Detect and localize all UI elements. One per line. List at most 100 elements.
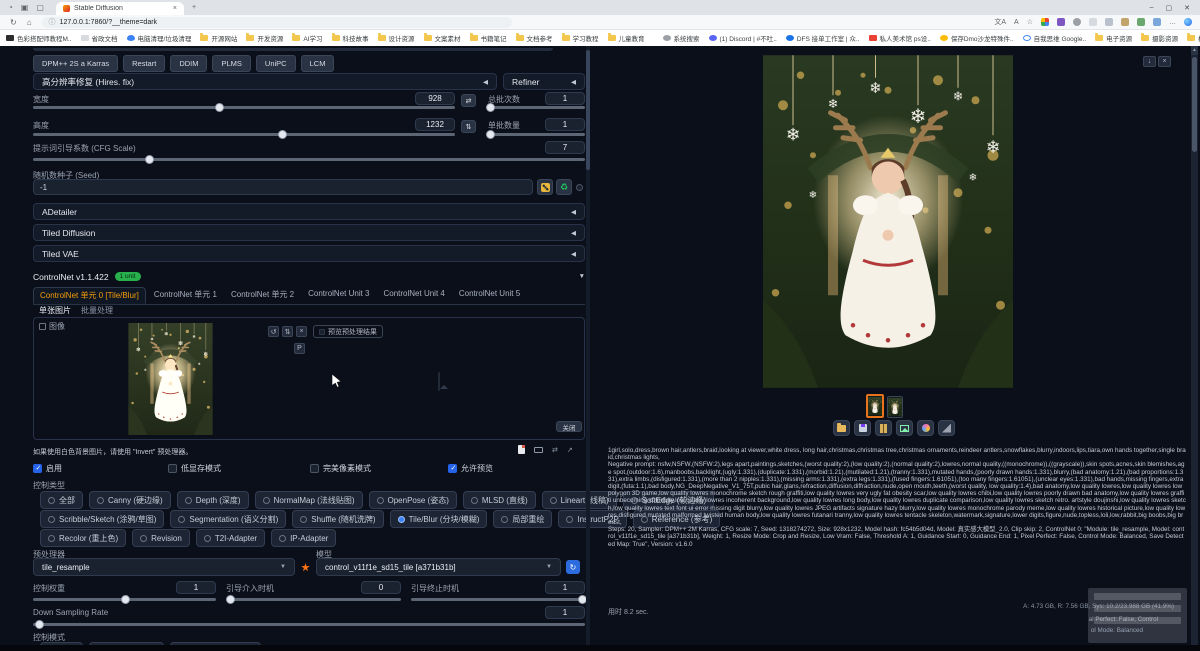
collections-icon[interactable]	[1105, 18, 1113, 26]
bookmark-item[interactable]: 儿童教育	[608, 33, 645, 43]
radio-option[interactable]: Revision	[132, 529, 190, 547]
left-panel-scrollbar[interactable]	[586, 46, 590, 651]
settings-menu-icon[interactable]: …	[1169, 19, 1176, 26]
random-seed-button[interactable]	[537, 179, 553, 195]
workspaces-icon[interactable]: ▣	[21, 3, 29, 12]
tab-actions-icon[interactable]: ▢	[36, 3, 44, 12]
height-value[interactable]: 1232	[415, 118, 455, 131]
extensions-grid-icon[interactable]	[1041, 18, 1049, 26]
reuse-seed-button[interactable]: ♻	[556, 179, 572, 195]
sampler-option[interactable]: Restart	[123, 55, 165, 72]
control-weight-slider[interactable]	[33, 598, 216, 601]
sampler-option[interactable]: LCM	[301, 55, 335, 72]
bookmark-item[interactable]: 电子资源	[1095, 33, 1132, 43]
bookmark-item[interactable]: 私人美术馆 ps设..	[869, 33, 931, 43]
downloads-icon[interactable]	[1137, 18, 1145, 26]
bookmark-item[interactable]: 标签相册	[1187, 33, 1200, 43]
bookmark-item[interactable]: 摄影资源	[1141, 33, 1178, 43]
split-screen-icon[interactable]	[1089, 18, 1097, 26]
send-to-img2img-button[interactable]	[896, 420, 913, 436]
translate-icon[interactable]: 文A	[994, 17, 1006, 27]
sampler-option[interactable]: DDIM	[170, 55, 207, 72]
close-gallery-button[interactable]: ×	[1158, 56, 1171, 67]
save-image-button[interactable]	[854, 420, 871, 436]
cfg-scale-value[interactable]: 7	[545, 141, 585, 154]
bookmark-item[interactable]: 系统搜索	[663, 33, 700, 43]
seed-input[interactable]: -1	[33, 179, 533, 195]
start-step-slider[interactable]	[226, 598, 401, 601]
bookmark-item[interactable]: 文案素材	[424, 33, 461, 43]
radio-option[interactable]: Segmentation (语义分割)	[170, 510, 286, 528]
site-info-icon[interactable]: ⓘ	[49, 17, 56, 27]
history-icon[interactable]	[1073, 18, 1081, 26]
allow-preview-checkbox[interactable]: 允许预览	[448, 463, 493, 474]
bookmark-item[interactable]: 自我思维 Google..	[1023, 33, 1086, 43]
controlnet-unit-tab[interactable]: ControlNet Unit 3	[302, 287, 375, 304]
radio-option[interactable]: MLSD (直线)	[463, 491, 536, 509]
batch-count-slider[interactable]	[486, 106, 585, 109]
undo-image-button[interactable]: ↺	[268, 326, 279, 337]
controlnet-unit-tab[interactable]: ControlNet 单元 1	[148, 287, 223, 304]
end-step-slider[interactable]	[411, 598, 585, 601]
address-bar[interactable]: ⓘ 127.0.0.1:7860/?__theme=dark	[42, 17, 512, 28]
bookmark-item[interactable]: 学习教程	[562, 33, 599, 43]
end-step-value[interactable]: 1	[545, 581, 585, 594]
run-preprocessor-icon[interactable]	[301, 563, 310, 572]
copilot-icon[interactable]	[1184, 18, 1192, 26]
refresh-models-button[interactable]: ↻	[566, 560, 580, 574]
accordion-tiled-diffusion[interactable]: Tiled Diffusion◀	[33, 224, 585, 241]
radio-option[interactable]: Canny (硬边缘)	[89, 491, 171, 509]
tab-close-icon[interactable]: ×	[173, 5, 177, 12]
new-tab-button[interactable]: +	[192, 4, 196, 11]
bookmark-item[interactable]: 开发资源	[246, 33, 283, 43]
window-minimize-button[interactable]: –	[1150, 4, 1154, 12]
radio-option[interactable]: Depth (深度)	[177, 491, 249, 509]
sampler-option[interactable]: UniPC	[256, 55, 296, 72]
swap-dimensions-button[interactable]: ⇄	[461, 94, 476, 107]
remove-image-button[interactable]: ×	[296, 326, 307, 337]
controlnet-unit-tab[interactable]: ControlNet Unit 5	[453, 287, 526, 304]
height-slider[interactable]	[33, 133, 455, 136]
expand-corner-icon[interactable]: ↗	[567, 446, 573, 454]
extension-icon[interactable]	[1057, 18, 1065, 26]
preprocessor-dropdown[interactable]: tile_resample▼	[33, 558, 295, 576]
save-zip-button[interactable]	[875, 420, 892, 436]
open-folder-button[interactable]	[833, 420, 850, 436]
bookmark-item[interactable]: (1) Discord | #不吐..	[709, 33, 777, 43]
accordion-tiled-vae[interactable]: Tiled VAE◀	[33, 245, 585, 262]
gallery-thumb-2[interactable]	[887, 396, 903, 418]
bookmark-item[interactable]: DFS 接单工作室 | 众..	[786, 33, 860, 43]
profile-icon[interactable]: ◔	[8, 3, 13, 12]
radio-option[interactable]: NormalMap (法线贴图)	[255, 491, 363, 509]
radio-option[interactable]: 全部	[40, 491, 83, 509]
radio-option[interactable]: Recolor (重上色)	[40, 529, 126, 547]
bookmark-item[interactable]: 书籍笔记	[470, 33, 507, 43]
bookmark-item[interactable]: AI学习	[292, 33, 322, 43]
bookmark-item[interactable]: 保存Dmo沙龙特殊件..	[940, 33, 1014, 43]
pixel-perfect-checkbox[interactable]: 完美像素模式	[310, 463, 371, 474]
accordion-adetailer[interactable]: ADetailer◀	[33, 203, 585, 220]
wallet-icon[interactable]	[1121, 18, 1129, 26]
width-value[interactable]: 928	[415, 92, 455, 105]
downsample-value[interactable]: 1	[545, 606, 585, 619]
read-aloud-icon[interactable]: A	[1014, 19, 1019, 26]
reload-icon[interactable]: ↻	[10, 18, 17, 27]
bookmark-item[interactable]: 色彩搭配师教程M..	[6, 33, 72, 43]
controlnet-unit-tab[interactable]: ControlNet 单元 0 [Tile/Blur]	[33, 287, 146, 304]
radio-option[interactable]: T2I-Adapter	[196, 529, 265, 547]
preview-toggle[interactable]: 预览预处理结果	[313, 325, 383, 338]
accordion-hires-fix[interactable]: 高分辨率修复 (Hires. fix)◀	[33, 73, 497, 90]
controlnet-image-region[interactable]	[33, 317, 585, 440]
send-to-inpaint-button[interactable]	[917, 420, 934, 436]
controlnet-header[interactable]: ControlNet v1.1.422 1 unit ▼	[33, 268, 585, 285]
swap-vertical-button[interactable]: ⇅	[461, 120, 476, 133]
gallery-thumb-1[interactable]	[866, 394, 884, 418]
radio-option[interactable]: 局部重绘	[493, 510, 552, 528]
browser-essentials-icon[interactable]	[1153, 18, 1161, 26]
download-image-button[interactable]: ↓	[1143, 56, 1156, 67]
width-slider[interactable]	[33, 106, 455, 109]
downsample-slider[interactable]	[33, 623, 585, 626]
bookmark-item[interactable]: 文档参考	[516, 33, 553, 43]
radio-option[interactable]: Shuffle (随机洗牌)	[292, 510, 383, 528]
enable-checkbox[interactable]: 启用	[33, 463, 62, 474]
